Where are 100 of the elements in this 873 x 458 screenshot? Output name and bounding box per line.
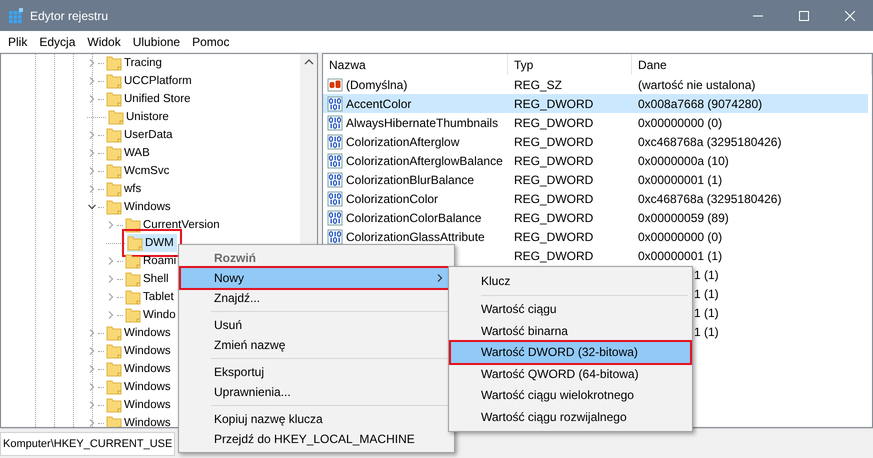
- tree-item[interactable]: Roami: [125, 252, 180, 270]
- tree-item[interactable]: Windows: [106, 360, 174, 378]
- binary-value-icon: [327, 172, 343, 188]
- value-row[interactable]: AlwaysHibernateThumbnails REG_DWORD 0x00000000 (0): [323, 113, 868, 132]
- scroll-up-icon[interactable]: [304, 58, 314, 66]
- value-name: (Domyślna): [346, 78, 408, 92]
- menu-item[interactable]: Wartość ciągu wielokrotnego: [451, 384, 690, 406]
- value-row[interactable]: AccentColor REG_DWORD 0x008a7668 (9074280): [323, 94, 868, 113]
- folder-icon: [125, 253, 141, 269]
- menu-item[interactable]: Wartość DWORD (32-bitowa): [451, 342, 690, 363]
- folder-icon: [125, 271, 141, 287]
- menu-item[interactable]: Klucz: [451, 270, 690, 292]
- value-name: ColorizationBlurBalance: [346, 172, 474, 186]
- window-title: Edytor rejestru: [30, 8, 110, 22]
- folder-icon: [106, 415, 122, 427]
- value-name: ColorizationGlassAttribute: [346, 230, 485, 244]
- folder-icon: [106, 145, 122, 161]
- tree-item[interactable]: UCCPlatform: [106, 72, 195, 90]
- value-data: 0xc468768a (3295180426): [638, 192, 782, 206]
- binary-value-icon: [327, 134, 343, 150]
- folder-icon: [127, 235, 143, 251]
- tree-item[interactable]: Windows: [106, 198, 174, 216]
- tree-item[interactable]: Windows: [106, 378, 174, 396]
- menu-item[interactable]: Usuń: [181, 315, 452, 335]
- binary-value-icon: [327, 228, 343, 244]
- menu-item[interactable]: Uprawnienia...: [181, 382, 452, 402]
- registry-app-icon: [8, 8, 24, 24]
- tree-item[interactable]: WAB: [106, 144, 153, 162]
- value-row[interactable]: (Domyślna) REG_SZ (wartość nie ustalona): [323, 75, 868, 94]
- menu-item[interactable]: Wartość ciągu: [451, 298, 690, 320]
- string-value-icon: [327, 76, 343, 92]
- column-header[interactable]: Dane: [632, 54, 872, 75]
- value-type: REG_DWORD: [514, 96, 594, 110]
- tree-item[interactable]: Windows: [106, 342, 174, 360]
- value-row[interactable]: ColorizationBlurBalance REG_DWORD 0x00000001 (1): [323, 170, 868, 189]
- menu-item[interactable]: Wartość binarna: [451, 320, 690, 342]
- value-type: REG_DWORD: [514, 134, 594, 148]
- value-data: 1 (1): [694, 286, 719, 300]
- folder-icon: [108, 109, 124, 125]
- tree-item[interactable]: CurrentVersion: [125, 216, 223, 234]
- value-name: ColorizationColorBalance: [346, 210, 482, 224]
- folder-icon: [125, 307, 141, 323]
- tree-item[interactable]: WcmSvc: [106, 162, 172, 180]
- menu-item[interactable]: Przejdź do HKEY_LOCAL_MACHINE: [181, 429, 452, 449]
- folder-icon: [106, 361, 122, 377]
- value-type: REG_DWORD: [514, 230, 594, 244]
- value-data: 0x00000000 (0): [638, 116, 722, 130]
- value-name: AccentColor: [346, 96, 412, 110]
- tree-item[interactable]: Windows: [106, 324, 174, 342]
- tree-item[interactable]: Unistore: [108, 108, 172, 126]
- folder-icon: [125, 289, 141, 305]
- menu-item[interactable]: Zmień nazwę: [181, 335, 452, 355]
- menu-item[interactable]: Znajdź...: [181, 288, 452, 308]
- value-row[interactable]: ColorizationColorBalance REG_DWORD 0x00000059 (89): [323, 208, 868, 227]
- binary-value-icon: [327, 96, 343, 112]
- value-row[interactable]: ColorizationColor REG_DWORD 0xc468768a (3295180426): [323, 189, 868, 208]
- value-type: REG_DWORD: [514, 154, 594, 168]
- tree-item[interactable]: Windo: [125, 306, 179, 324]
- collapse-chevron-icon[interactable]: [87, 202, 97, 212]
- menu-item[interactable]: Eksportuj: [181, 362, 452, 382]
- value-data: (wartość nie ustalona): [638, 78, 756, 92]
- folder-icon: [106, 91, 122, 107]
- value-data: 0x00000000 (0): [638, 230, 722, 244]
- menu-bar-item[interactable]: Widok: [81, 34, 127, 48]
- menu-item[interactable]: Kopiuj nazwę klucza: [181, 409, 452, 429]
- tree-item[interactable]: Windows: [106, 396, 174, 414]
- tree-item[interactable]: UserData: [106, 126, 176, 144]
- menu-item[interactable]: Wartość ciągu rozwijalnego: [451, 406, 690, 428]
- binary-value-icon: [327, 114, 343, 130]
- menu-bar-item[interactable]: Pomoc: [186, 34, 236, 48]
- tree-item[interactable]: DWM: [127, 234, 177, 252]
- tree-item[interactable]: Windows: [106, 414, 174, 427]
- value-type: REG_DWORD: [514, 172, 594, 186]
- value-data: 0x0000000a (10): [638, 154, 729, 168]
- maximize-icon: [799, 10, 809, 20]
- menu-bar-item[interactable]: Ulubione: [126, 34, 186, 48]
- folder-icon: [106, 127, 122, 143]
- folder-icon: [106, 343, 122, 359]
- value-row[interactable]: ColorizationAfterglow REG_DWORD 0xc468768a (3295180426): [323, 132, 868, 151]
- tree-item[interactable]: Shell: [125, 270, 172, 288]
- tree-item[interactable]: Unified Store: [106, 90, 194, 108]
- menu-bar-item[interactable]: Plik: [2, 34, 34, 48]
- expand-chevron-icon[interactable]: [106, 220, 116, 230]
- column-header[interactable]: Nazwa: [323, 54, 508, 75]
- value-row[interactable]: ColorizationGlassAttribute REG_DWORD 0x00000000 (0): [323, 227, 868, 246]
- value-type: REG_DWORD: [514, 116, 594, 130]
- value-name: AlwaysHibernateThumbnails: [346, 116, 498, 130]
- value-type: REG_DWORD: [514, 248, 594, 262]
- folder-icon: [106, 325, 122, 341]
- tree-item[interactable]: wfs: [106, 180, 144, 198]
- value-row[interactable]: ColorizationAfterglowBalance REG_DWORD 0x0000000a (10): [323, 151, 868, 170]
- tree-item[interactable]: Tablet: [125, 288, 177, 306]
- column-header[interactable]: Typ: [508, 54, 632, 75]
- folder-icon: [106, 199, 122, 215]
- value-name: ColorizationColor: [346, 192, 438, 206]
- value-type: REG_SZ: [514, 78, 562, 92]
- menu-item[interactable]: Wartość QWORD (64-bitowa): [451, 363, 690, 384]
- binary-value-icon: [327, 152, 343, 168]
- tree-item[interactable]: Tracing: [106, 54, 165, 72]
- menu-bar-item[interactable]: Edycja: [33, 34, 82, 48]
